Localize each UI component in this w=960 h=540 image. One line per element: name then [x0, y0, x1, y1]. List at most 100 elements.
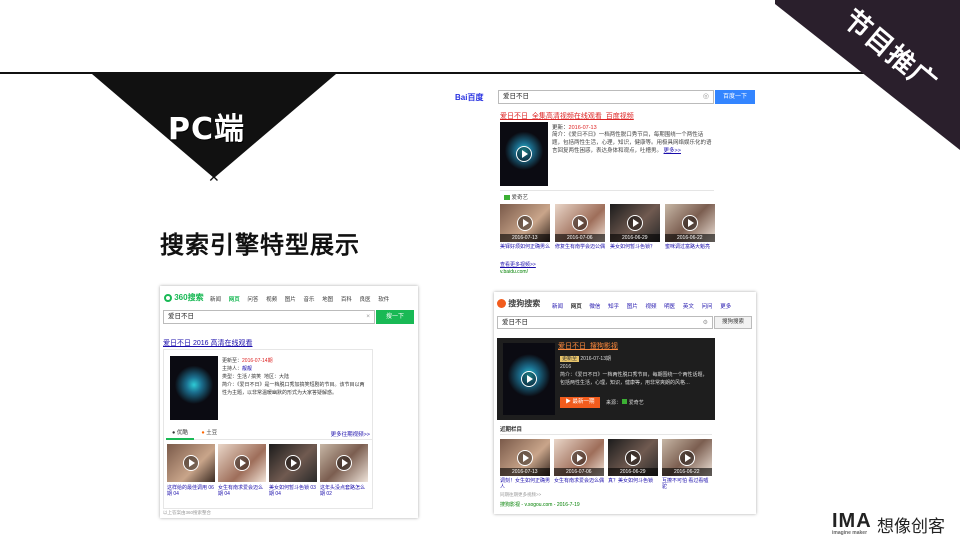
so360-tab-tudou[interactable]: ● 土豆	[195, 429, 223, 438]
so360-tab-youku-label: 优酷	[176, 430, 188, 436]
slide-headline: 搜索引擎特型展示	[160, 231, 360, 259]
baidu-video-thumb-1[interactable]: 2016-07-13	[500, 204, 550, 242]
baidu-query-text: 爱日不日	[503, 93, 529, 100]
sogou-video-caption-4[interactable]: 互撩不可怕 看过看嘘驼	[662, 478, 712, 490]
baidu-result-title[interactable]: 爱日不日_全集高清视频在线观看_百度视频	[500, 111, 634, 121]
sogou-logo: 搜狗搜索	[497, 298, 540, 309]
baidu-result-poster[interactable]	[500, 122, 548, 186]
sogou-source: 来源： 爱奇艺	[606, 399, 644, 406]
camera-icon[interactable]: ◎	[703, 91, 709, 103]
so360-video-thumb-1[interactable]	[167, 444, 215, 482]
brand-name: IMA	[832, 510, 872, 532]
so360-video-caption-2[interactable]: 女生有南求爱会迈么期 04	[218, 485, 266, 497]
baidu-intro-text: 《爱日不日》一档两性脱口秀节目，每期围绕一个两性话题，包括两性生活，心理，知识，…	[552, 132, 712, 154]
iqiyi-icon	[504, 195, 510, 201]
so360-host-value[interactable]: 靓靓	[242, 366, 252, 372]
sogou-video-thumb-1[interactable]: 2016-07-13	[500, 439, 550, 476]
so360-video-thumb-4[interactable]	[320, 444, 368, 482]
sogou-more-link[interactable]: 同期往期更多视频>>	[500, 492, 541, 498]
video-date: 2016-07-06	[554, 468, 604, 476]
so360-video-caption-3[interactable]: 美女如何暂斗色锁 03期 04	[269, 485, 317, 497]
so360-nav-item[interactable]: 良医	[360, 295, 371, 303]
baidu-video-thumb-2[interactable]: 2016-07-06	[555, 204, 605, 242]
so360-nav-item-active[interactable]: 网页	[229, 295, 240, 303]
sogou-year: 2016	[560, 364, 572, 370]
sogou-nav-item[interactable]: 问问	[702, 302, 713, 310]
play-icon	[627, 215, 643, 231]
sogou-nav-item[interactable]: 更多	[720, 302, 731, 310]
so360-region-value: 大陆	[278, 374, 289, 380]
so360-search-button[interactable]: 搜一下	[376, 310, 414, 324]
play-icon	[183, 455, 199, 471]
sogou-video-thumb-4[interactable]: 2016-06-22	[662, 439, 712, 476]
sogou-result-poster[interactable]	[503, 343, 555, 415]
sogou-video-caption-2[interactable]: 女生有南求爱会迈么偶	[554, 478, 604, 484]
baidu-video-caption-1[interactable]: 美铎好烦如何正确男么	[500, 244, 550, 250]
sogou-source-value[interactable]: 爱奇艺	[629, 400, 644, 406]
sogou-update-value: 2016-07-13期	[580, 356, 611, 362]
sogou-nav-item[interactable]: 微信	[589, 302, 600, 310]
so360-result-title[interactable]: 爱日不日 2016 高清在线观看	[163, 338, 252, 348]
sogou-update-line: 更新至 2016-07-13期	[560, 355, 710, 363]
play-icon	[679, 449, 695, 466]
so360-nav-item[interactable]: 百科	[341, 295, 352, 303]
baidu-video-thumb-4[interactable]: 2016-06-22	[665, 204, 715, 242]
baidu-divider	[500, 190, 714, 191]
sogou-search-button[interactable]: 搜狗搜索	[714, 316, 752, 329]
so360-nav-item[interactable]: 音乐	[303, 295, 314, 303]
so360-nav-item[interactable]: 软件	[378, 295, 389, 303]
baidu-video-thumb-3[interactable]: 2016-06-29	[610, 204, 660, 242]
pc-section-marker: ✕	[208, 170, 220, 186]
clear-icon[interactable]: ×	[366, 311, 370, 323]
so360-logo: 360搜索	[164, 292, 204, 303]
sogou-nav-item[interactable]: 英文	[683, 302, 694, 310]
so360-result-poster[interactable]	[170, 356, 218, 420]
baidu-video-caption-2[interactable]: 修复生有南学会迈公偶	[555, 244, 605, 250]
so360-nav-item[interactable]: 地图	[322, 295, 333, 303]
sogou-video-thumb-3[interactable]: 2016-06-29	[608, 439, 658, 476]
so360-video-thumb-2[interactable]	[218, 444, 266, 482]
sogou-intro-line: 简介：《爱日不日》一档两性脱口秀节目，每期围绕一个两性话题，包括两性生活，心理，…	[560, 371, 710, 387]
sogou-nav-item[interactable]: 明医	[664, 302, 675, 310]
baidu-search-button[interactable]: 百度一下	[715, 90, 755, 104]
so360-video-thumb-3[interactable]	[269, 444, 317, 482]
so360-intro-line: 简介：《爱日不日》是一档脱口秀加搞笑短剧的节目。该节目以两性为主题，以非常温暖幽…	[222, 381, 367, 397]
sogou-search-input[interactable]: 爱日不日 ⚙	[497, 316, 713, 329]
gear-icon[interactable]: ⚙	[703, 317, 708, 329]
so360-nav-item[interactable]: 新闻	[210, 295, 221, 303]
sogou-play-latest-button[interactable]: ▶ 最新一期	[560, 397, 600, 408]
so360-intro-text: 《爱日不日》是一档脱口秀加搞笑短剧的节目。该节目以两性为主题，以非常温暖幽默的形…	[222, 382, 365, 396]
sogou-nav-item[interactable]: 知乎	[608, 302, 619, 310]
so360-region-label: 地区：	[263, 374, 279, 380]
so360-nav-item[interactable]: 图片	[285, 295, 296, 303]
baidu-video-caption-4[interactable]: 蜜咪调过富路大魁亮	[665, 244, 715, 250]
video-date: 2016-06-29	[608, 468, 658, 476]
so360-nav-item[interactable]: 视频	[266, 295, 277, 303]
so360-tab-youku[interactable]: ● 优酷	[166, 429, 194, 440]
baidu-video-caption-3[interactable]: 美女如何暂斗色锁？	[610, 244, 660, 250]
sogou-video-thumb-2[interactable]: 2016-07-06	[554, 439, 604, 476]
sogou-video-caption-1[interactable]: 调刻！女生如何正确男人	[500, 478, 550, 490]
play-icon	[517, 215, 533, 231]
sogou-nav-item-active[interactable]: 网页	[571, 302, 582, 310]
sogou-nav-item[interactable]: 视频	[645, 302, 656, 310]
so360-video-caption-1[interactable]: 这样给的最佳调用 06期 04	[167, 485, 215, 497]
sogou-nav-item[interactable]: 新闻	[552, 302, 563, 310]
sogou-section-divider	[500, 434, 712, 435]
play-icon	[516, 146, 532, 162]
so360-search-input[interactable]: 爱日不日 ×	[163, 310, 375, 324]
baidu-more-videos-link[interactable]: 查看更多视频>>	[500, 261, 536, 268]
so360-nav-item[interactable]: 问答	[247, 295, 258, 303]
sogou-video-caption-3[interactable]: 真？美女如何斗色锁	[608, 478, 658, 484]
play-icon	[517, 449, 533, 466]
sogou-search-button-label: 搜狗搜索	[721, 319, 744, 325]
play-icon	[682, 215, 698, 231]
baidu-intro-label: 简介：	[552, 132, 569, 138]
sogou-result-title[interactable]: 爱日不日_搜狗影视	[558, 341, 618, 351]
so360-more-episodes-link[interactable]: 更多往期视频>>	[331, 430, 370, 438]
baidu-search-input[interactable]: 爱日不日 ◎	[498, 90, 714, 104]
so360-video-caption-4[interactable]: 这年头没点套路怎么期 02	[320, 485, 368, 497]
sogou-section-title: 近期栏目	[500, 427, 523, 433]
baidu-more-link[interactable]: 更多>>	[664, 148, 681, 154]
sogou-nav-item[interactable]: 图片	[627, 302, 638, 310]
